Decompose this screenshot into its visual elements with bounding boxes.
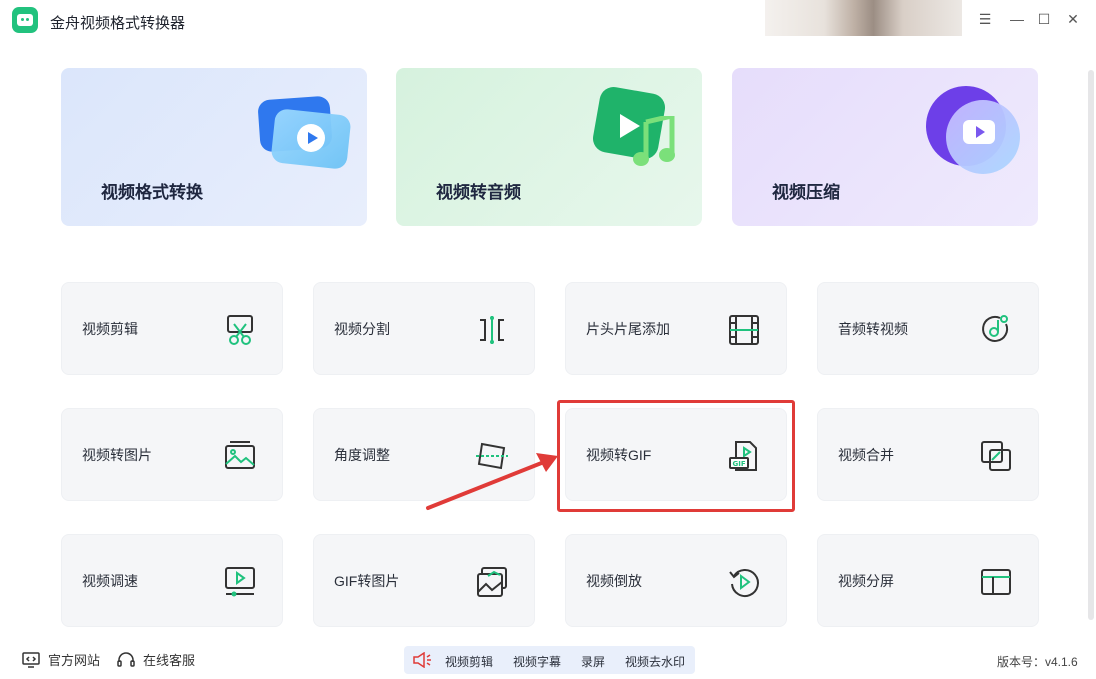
feature-card-video-compress[interactable]: 视频压缩 <box>732 68 1038 226</box>
split-screen-icon <box>981 569 1011 595</box>
tool-audio-to-video[interactable]: 音频转视频 <box>817 282 1039 375</box>
tool-label: 视频合并 <box>838 447 894 463</box>
tool-intro-outro[interactable]: 片头片尾添加 <box>565 282 787 375</box>
tool-video-reverse[interactable]: 视频倒放 <box>565 534 787 627</box>
menu-icon[interactable]: ☰ <box>976 10 994 28</box>
feature-card-video-to-audio[interactable]: 视频转音频 <box>396 68 702 226</box>
image-icon <box>225 441 255 469</box>
tool-label: 视频调速 <box>82 573 138 589</box>
feature-card-video-convert[interactable]: 视频格式转换 <box>61 68 367 226</box>
app-title: 金舟视频格式转换器 <box>50 15 186 32</box>
tool-label: 视频转图片 <box>82 447 152 463</box>
feature-label: 视频压缩 <box>772 183 840 202</box>
split-icon <box>480 316 504 344</box>
version-label: 版本号：v4.1.6 <box>997 655 1078 669</box>
tool-gif-to-image[interactable]: GIF转图片 <box>313 534 535 627</box>
user-avatar-banner[interactable] <box>765 0 962 36</box>
tool-label: 音频转视频 <box>838 321 908 337</box>
tool-label: 视频分屏 <box>838 573 894 589</box>
maximize-icon[interactable]: ☐ <box>1035 10 1053 28</box>
service-label: 在线客服 <box>143 653 196 668</box>
official-website-link[interactable]: 官方网站 <box>22 650 100 669</box>
tool-label: 视频倒放 <box>586 573 642 589</box>
promo-link-remove-watermark[interactable]: 视频去水印 <box>625 653 685 670</box>
gif-image-icon <box>477 567 507 597</box>
tool-video-merge[interactable]: 视频合并 <box>817 408 1039 501</box>
minimize-icon[interactable]: — <box>1008 10 1026 28</box>
scrollbar[interactable] <box>1088 70 1094 620</box>
tool-video-to-image[interactable]: 视频转图片 <box>61 408 283 501</box>
promo-bar: 视频剪辑 视频字幕 录屏 视频去水印 <box>404 646 695 674</box>
tool-label: 视频剪辑 <box>82 321 138 337</box>
tool-label: 片头片尾添加 <box>586 321 670 337</box>
tool-video-speed[interactable]: 视频调速 <box>61 534 283 627</box>
headset-icon <box>117 651 135 667</box>
megaphone-icon <box>413 652 431 668</box>
merge-icon <box>981 441 1011 471</box>
tool-label: GIF转图片 <box>334 573 400 589</box>
film-strip-icon <box>729 315 759 345</box>
feature-label: 视频转音频 <box>436 183 521 202</box>
highlight-box <box>557 400 795 512</box>
app-logo-icon <box>12 7 38 33</box>
title-bar: 金舟视频格式转换器 ☰ — ☐ ✕ <box>0 0 1096 40</box>
music-disc-icon <box>982 315 1009 342</box>
speed-icon <box>225 567 255 597</box>
promo-link-screen-record[interactable]: 录屏 <box>581 653 605 670</box>
annotation-arrow <box>426 453 558 510</box>
scissors-icon <box>227 315 253 345</box>
tool-video-split[interactable]: 视频分割 <box>313 282 535 375</box>
promo-link-subtitles[interactable]: 视频字幕 <box>513 653 561 670</box>
reverse-play-icon <box>729 569 759 597</box>
monitor-icon <box>22 651 40 668</box>
website-label: 官方网站 <box>48 653 101 668</box>
feature-label: 视频格式转换 <box>101 183 203 202</box>
tool-label: 角度调整 <box>334 447 390 463</box>
online-service-link[interactable]: 在线客服 <box>117 650 195 669</box>
tool-split-screen[interactable]: 视频分屏 <box>817 534 1039 627</box>
close-icon[interactable]: ✕ <box>1064 10 1082 28</box>
tool-label: 视频分割 <box>334 321 390 337</box>
tool-video-cut[interactable]: 视频剪辑 <box>61 282 283 375</box>
promo-link-video-edit[interactable]: 视频剪辑 <box>445 653 493 670</box>
